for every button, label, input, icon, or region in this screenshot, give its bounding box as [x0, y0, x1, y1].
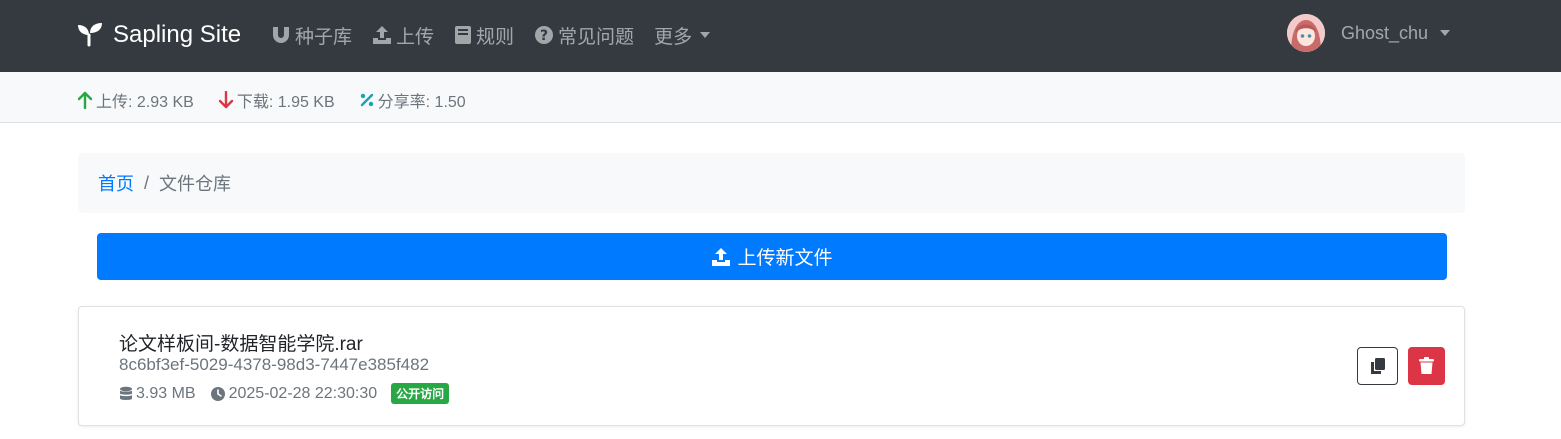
svg-text:?: ?	[540, 28, 548, 44]
breadcrumb-separator: /	[144, 172, 150, 193]
upload-icon	[373, 26, 392, 44]
nav-item-upload[interactable]: 上传	[372, 22, 434, 49]
upload-new-file-button[interactable]: 上传新文件	[97, 233, 1447, 280]
seedling-icon	[78, 23, 102, 47]
public-access-badge: 公开访问	[391, 383, 450, 404]
breadcrumb-current: 文件仓库	[159, 174, 232, 194]
delete-button[interactable]	[1408, 347, 1445, 385]
upload-stat: 上传: 2.93 KB	[77, 88, 194, 112]
file-card: 论文样板间-数据智能学院.rar 8c6bf3ef-5029-4378-98d3…	[78, 306, 1465, 426]
username: Ghost_chu	[1341, 22, 1429, 43]
user-stats: 上传: 2.93 KB 下载: 1.95 KB 分享率: 1.50	[77, 88, 490, 112]
copy-link-button[interactable]	[1357, 347, 1398, 385]
nav-item-more[interactable]: 更多	[654, 22, 711, 49]
file-id: 8c6bf3ef-5029-4378-98d3-7447e385f482	[119, 355, 430, 374]
file-date-value: 2025-02-28 22:30:30	[228, 384, 378, 402]
stats-bar: 上传: 2.93 KB 下载: 1.95 KB 分享率: 1.50	[0, 72, 1561, 123]
nav-label: 种子库	[295, 26, 353, 48]
nav-item-torrents[interactable]: 种子库	[271, 22, 352, 49]
upload-icon	[712, 247, 731, 266]
question-circle-icon: ?	[535, 26, 554, 44]
chevron-down-icon	[1440, 30, 1451, 36]
download-value: 下载: 1.95 KB	[236, 94, 335, 111]
copy-icon	[1370, 358, 1385, 374]
nav-label: 常见问题	[558, 26, 635, 48]
database-icon	[120, 386, 132, 400]
nav-label: 规则	[476, 26, 515, 48]
brand-name: Sapling Site	[113, 21, 242, 48]
user-menu[interactable]: Ghost_chu	[1287, 13, 1451, 53]
download-stat: 下载: 1.95 KB	[218, 88, 335, 112]
arrow-down-icon	[218, 91, 234, 109]
file-size-value: 3.93 MB	[136, 384, 196, 402]
chevron-down-icon	[700, 32, 711, 38]
nav-label: 上传	[396, 26, 435, 48]
ratio-value: 分享率: 1.50	[377, 94, 466, 111]
nav-item-faq[interactable]: ? 常见问题	[534, 22, 634, 49]
upload-value: 上传: 2.93 KB	[96, 94, 194, 111]
book-icon	[455, 26, 472, 44]
magnet-icon	[273, 27, 289, 43]
nav-item-rules[interactable]: 规则	[454, 22, 514, 49]
nav-menu: 种子库 上传 规则 ? 常见问题 更多	[271, 20, 730, 50]
file-date: 2025-02-28 22:30:30	[210, 384, 378, 403]
navbar: Sapling Site 种子库 上传 规则 ? 常见问题 更多 Ghost_c…	[0, 0, 1561, 72]
ratio-stat: 分享率: 1.50	[359, 88, 466, 112]
avatar	[1287, 14, 1325, 52]
arrow-up-icon	[77, 91, 93, 109]
file-size: 3.93 MB	[119, 385, 196, 403]
nav-label: 更多	[654, 26, 693, 48]
file-name: 论文样板间-数据智能学院.rar	[119, 334, 363, 355]
percent-icon	[360, 93, 373, 107]
clock-icon	[210, 386, 225, 401]
breadcrumb-home[interactable]: 首页	[98, 170, 134, 196]
brand[interactable]: Sapling Site	[77, 19, 241, 51]
trash-icon	[1419, 357, 1434, 374]
upload-button-label: 上传新文件	[737, 248, 833, 269]
breadcrumb: 首页 / 文件仓库	[78, 153, 1465, 213]
file-meta: 3.93 MB 2025-02-28 22:30:30 公开访问	[119, 383, 450, 404]
